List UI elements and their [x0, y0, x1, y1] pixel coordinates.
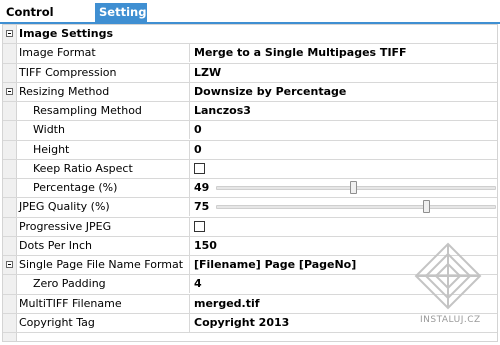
property-value: 0 — [194, 123, 202, 137]
property-value-cell[interactable]: LZW — [189, 63, 497, 82]
property-value-cell[interactable]: 0 — [189, 121, 497, 140]
property-jpeg-quality[interactable]: JPEG Quality (%) 75 — [3, 198, 497, 218]
property-value: Copyright 2013 — [194, 315, 290, 329]
property-image-format[interactable]: Image Format Merge to a Single Multipage… — [3, 44, 497, 64]
property-label: Image Format — [19, 46, 96, 60]
property-value-cell[interactable]: Merge to a Single Multipages TIFF — [189, 44, 497, 63]
property-label: Zero Padding — [33, 277, 106, 291]
property-progressive-jpeg[interactable]: Progressive JPEG — [3, 217, 497, 237]
property-value: 75 — [194, 200, 210, 214]
property-value: merged.tif — [194, 296, 260, 310]
property-label: JPEG Quality (%) — [19, 200, 110, 214]
jpeg-quality-slider-track[interactable] — [216, 205, 496, 210]
collapse-icon[interactable] — [6, 87, 13, 95]
property-value: LZW — [194, 65, 222, 79]
property-value: 150 — [194, 238, 217, 252]
property-label: Resampling Method — [33, 104, 142, 117]
jpeg-quality-slider-thumb[interactable] — [422, 200, 430, 214]
collapse-icon[interactable] — [6, 30, 13, 37]
property-height[interactable]: Height 0 — [3, 140, 497, 160]
property-value-cell[interactable]: 0 — [189, 140, 497, 159]
property-percentage[interactable]: Percentage (%) 49 — [3, 179, 497, 199]
property-label: Dots Per Inch — [19, 238, 93, 252]
property-value-cell[interactable] — [189, 159, 497, 178]
property-resizing-method[interactable]: Resizing Method Downsize by Percentage — [3, 82, 497, 102]
property-value: [Filename] Page [PageNo] — [194, 258, 357, 271]
property-value: 0 — [194, 142, 202, 156]
property-value-cell[interactable] — [189, 217, 497, 236]
property-label: MultiTIFF Filename — [19, 296, 122, 310]
collapse-icon[interactable] — [6, 261, 13, 268]
tab-settings[interactable]: Settings — [95, 3, 153, 22]
property-label: Progressive JPEG — [19, 219, 112, 233]
keep-ratio-aspect-checkbox[interactable] — [194, 162, 205, 174]
property-label: Single Page File Name Format — [19, 258, 184, 271]
property-resampling-method[interactable]: Resampling Method Lanczos3 — [3, 102, 497, 122]
property-label: TIFF Compression — [19, 65, 117, 79]
property-value: Downsize by Percentage — [194, 84, 347, 98]
property-label: Copyright Tag — [19, 315, 95, 329]
property-value-cell[interactable]: 49 — [189, 179, 497, 197]
property-width[interactable]: Width 0 — [3, 121, 497, 141]
watermark-logo-icon — [414, 242, 482, 310]
category-image-settings: Image Settings — [3, 25, 497, 45]
property-label: Keep Ratio Aspect — [33, 161, 133, 175]
property-tiff-compression[interactable]: TIFF Compression LZW — [3, 63, 497, 83]
property-label: Width — [33, 123, 65, 137]
property-value: Merge to a Single Multipages TIFF — [194, 46, 407, 60]
category-label: Image Settings — [19, 27, 114, 40]
property-label: Percentage (%) — [33, 181, 118, 194]
property-value-cell[interactable]: Lanczos3 — [189, 102, 497, 120]
percentage-slider-thumb[interactable] — [349, 181, 357, 194]
property-value: Lanczos3 — [194, 104, 251, 117]
property-keep-ratio-aspect[interactable]: Keep Ratio Aspect — [3, 159, 497, 179]
tab-control-center[interactable]: Control Center — [2, 3, 94, 38]
property-value: 4 — [194, 277, 202, 291]
tab-bar: Control Center Settings — [0, 0, 500, 38]
property-value-cell[interactable]: 75 — [189, 198, 497, 217]
progressive-jpeg-checkbox[interactable] — [194, 220, 205, 232]
watermark-text: INSTALUJ.CZ — [420, 315, 481, 325]
property-value: 49 — [194, 181, 210, 194]
property-value-cell[interactable]: Downsize by Percentage — [189, 82, 497, 101]
property-label: Resizing Method — [19, 84, 110, 98]
property-label: Height — [33, 142, 70, 156]
